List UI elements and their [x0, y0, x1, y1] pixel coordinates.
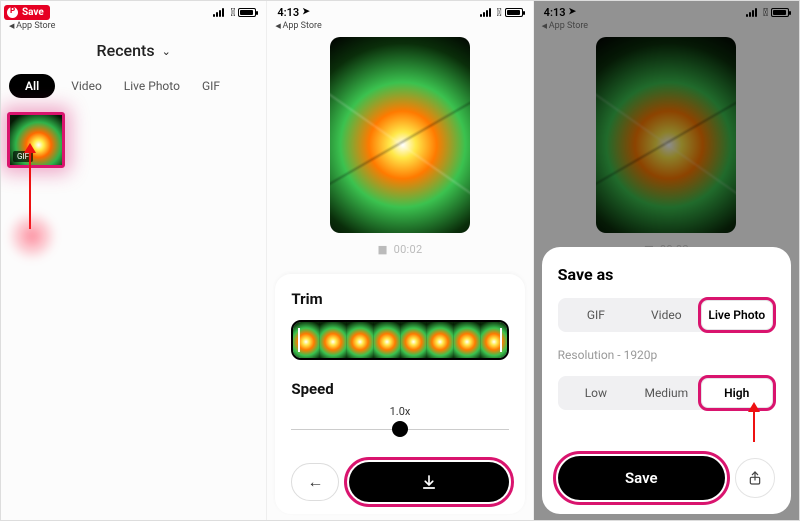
format-option-gif[interactable]: GIF	[561, 301, 631, 329]
wifi-icon: 􀙇	[230, 6, 235, 19]
timecode: 00:02	[394, 243, 423, 256]
quality-option-high[interactable]: High	[702, 379, 772, 407]
media-thumbnail[interactable]: GIF	[7, 112, 65, 168]
annotation-arrow	[753, 410, 755, 442]
back-button[interactable]: ←	[291, 463, 339, 501]
screen-edit: 4:13 ➤ 􀙇 App Store ▮▮ 00:02 Trim Speed	[267, 1, 533, 520]
status-time: 4:13	[544, 6, 566, 19]
share-icon	[747, 470, 763, 486]
resolution-label: Resolution - 1920p	[558, 348, 775, 362]
signal-icon	[746, 8, 760, 17]
quality-segmented-control: Low Medium High	[558, 376, 775, 410]
annotation-glow	[7, 211, 57, 261]
wifi-icon: 􀙇	[497, 6, 502, 19]
speed-heading: Speed	[291, 380, 508, 398]
battery-icon	[238, 8, 256, 17]
trim-strip[interactable]	[291, 320, 508, 360]
format-segmented-control: GIF Video Live Photo	[558, 298, 775, 332]
wifi-icon: 􀙇	[763, 6, 768, 19]
battery-icon	[771, 8, 789, 17]
arrow-left-icon: ←	[307, 472, 323, 492]
battery-icon	[505, 8, 523, 17]
back-to-appstore[interactable]: App Store	[534, 21, 799, 31]
signal-icon	[213, 8, 227, 17]
status-bar: 4:13 ➤ 􀙇	[267, 1, 532, 23]
location-icon: ➤	[302, 7, 310, 17]
save-sheet: Save as GIF Video Live Photo Resolution …	[542, 247, 791, 514]
pause-icon[interactable]: ▮▮	[377, 243, 385, 256]
album-title: Recents	[97, 41, 155, 60]
tab-all[interactable]: All	[9, 74, 55, 98]
video-preview[interactable]	[330, 37, 470, 233]
album-picker[interactable]: Recents ⌄	[1, 41, 266, 60]
save-as-heading: Save as	[558, 265, 775, 284]
video-preview	[596, 37, 736, 233]
speed-slider[interactable]: 1.0x	[291, 420, 508, 440]
tab-gif[interactable]: GIF	[196, 74, 226, 98]
signal-icon	[480, 8, 494, 17]
media-filter-tabs: All Video Live Photo GIF	[1, 60, 266, 108]
download-button[interactable]	[349, 462, 508, 502]
format-option-live-photo[interactable]: Live Photo	[702, 301, 772, 329]
playback-status: ▮▮ 00:02	[267, 243, 532, 256]
edit-sheet: Trim Speed 1.0x ←	[275, 274, 524, 514]
location-icon: ➤	[569, 7, 577, 17]
trim-heading: Trim	[291, 290, 508, 308]
tab-live-photo[interactable]: Live Photo	[118, 74, 186, 98]
format-option-video[interactable]: Video	[631, 301, 701, 329]
tab-video[interactable]: Video	[65, 74, 108, 98]
back-to-appstore[interactable]: App Store	[267, 21, 532, 31]
pinterest-save-badge[interactable]: Save	[4, 5, 50, 20]
download-icon	[420, 473, 438, 491]
save-button[interactable]: Save	[558, 456, 725, 500]
status-bar: 4:13 ➤ 􀙇	[534, 1, 799, 23]
chevron-down-icon: ⌄	[162, 45, 171, 58]
share-button[interactable]	[735, 458, 775, 498]
screen-gallery: Save 􀙇 App Store Recents ⌄ All Video Liv…	[1, 1, 267, 520]
back-to-appstore[interactable]: App Store	[1, 21, 266, 31]
screen-save: 4:13 ➤ 􀙇 App Store ▮▮ 00:02 Save as GIF …	[534, 1, 799, 520]
quality-option-low[interactable]: Low	[561, 379, 631, 407]
status-time: 4:13	[277, 6, 299, 19]
speed-value: 1.0x	[390, 405, 411, 418]
slider-knob[interactable]	[392, 421, 408, 437]
quality-option-medium[interactable]: Medium	[631, 379, 701, 407]
